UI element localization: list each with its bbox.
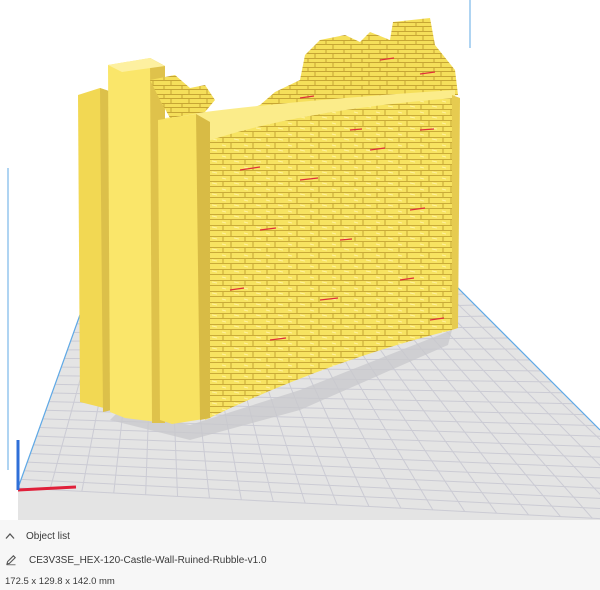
viewport-scene[interactable] [0,0,600,520]
object-name: CE3V3SE_HEX-120-Castle-Wall-Ruined-Rubbl… [29,554,267,566]
object-name-row[interactable]: CE3V3SE_HEX-120-Castle-Wall-Ruined-Rubbl… [0,552,600,568]
chevron-up-icon[interactable] [3,529,17,543]
object-dimensions: 172.5 x 129.8 x 142.0 mm [5,575,115,587]
pencil-icon[interactable] [4,553,18,567]
object-dimensions-row: 172.5 x 129.8 x 142.0 mm [0,574,600,588]
object-list-title: Object list [26,530,70,542]
object-list-panel: Object list CE3V3SE_HEX-120-Castle-Wall-… [0,520,600,590]
object-list-header[interactable]: Object list [0,528,600,544]
3d-viewport[interactable] [0,0,600,520]
